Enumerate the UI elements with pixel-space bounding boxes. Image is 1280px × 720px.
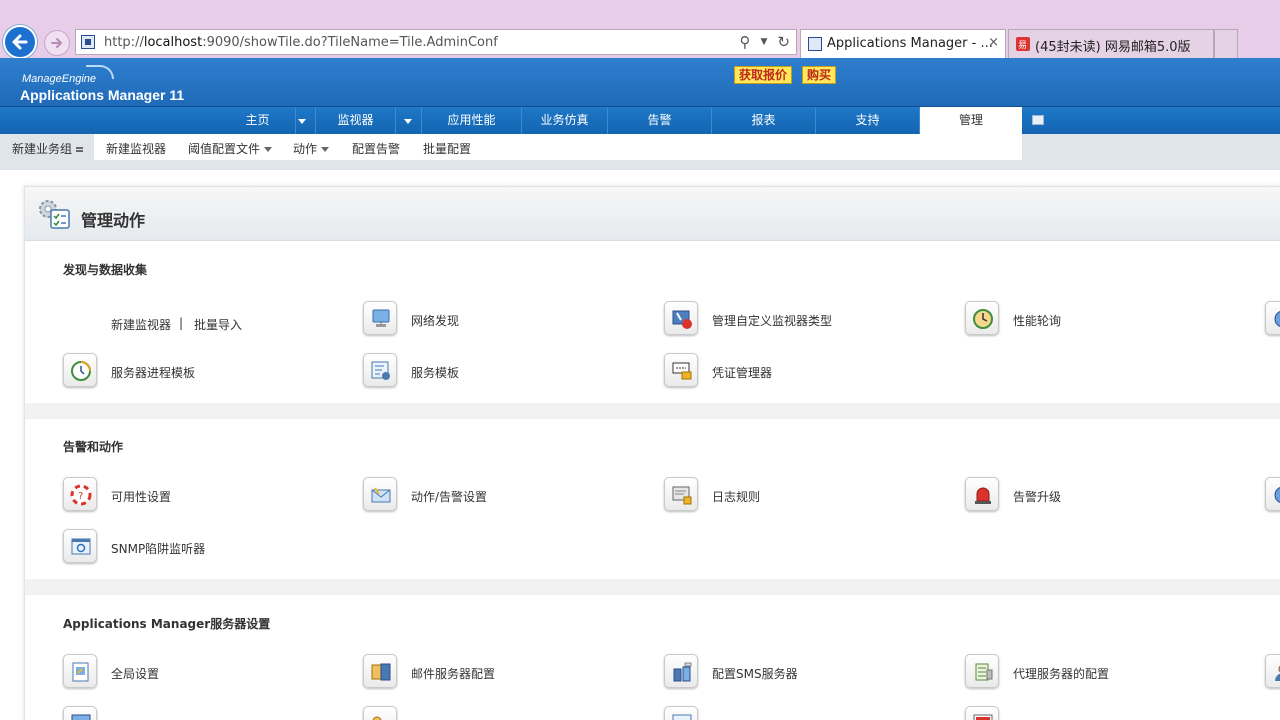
get-quote-button[interactable]: 获取报价: [734, 66, 793, 84]
logo-product: Applications Manager 11: [20, 87, 185, 103]
buy-button[interactable]: 购买: [802, 66, 837, 84]
close-tab-icon[interactable]: ×: [988, 35, 999, 50]
mail-server-icon: [371, 663, 391, 681]
chevron-down-icon[interactable]: ▼: [761, 33, 768, 51]
section-title-discovery: 发现与数据收集: [63, 263, 148, 277]
subnav-actions[interactable]: 动作: [293, 140, 330, 157]
mail-favicon-icon: [1016, 37, 1030, 51]
tab-title: (45封未读) 网易邮箱5.0版: [1035, 40, 1191, 55]
nav-item-app-performance[interactable]: 应用性能: [422, 107, 522, 134]
sms-server-icon: [673, 662, 692, 682]
arrow-left-icon: [12, 34, 28, 50]
globe-icon: [1274, 487, 1280, 503]
section-divider: [25, 403, 1280, 419]
subnav-new-business-group[interactable]: 新建业务组: [12, 140, 84, 157]
partial-item-icon[interactable]: [1265, 654, 1280, 690]
site-favicon-icon: [808, 37, 822, 51]
personalize-icon[interactable]: [1032, 115, 1044, 125]
svg-text:?: ?: [78, 491, 83, 502]
subnav-threshold-profiles[interactable]: 阈值配置文件: [188, 140, 273, 157]
nav-item-admin[interactable]: 管理: [920, 107, 1022, 134]
browser-chrome: http://localhost:9090/showTile.do?TileNa…: [0, 0, 1280, 59]
user-icon: [1275, 665, 1280, 681]
log-file-icon: [672, 486, 692, 505]
section-title-alarms: 告警和动作: [63, 440, 124, 454]
nav-home-dropdown-icon[interactable]: [290, 107, 316, 134]
subnav-new-monitor[interactable]: 新建监视器: [106, 140, 166, 157]
proxy-server-icon: [975, 663, 993, 681]
section-title-server-settings: Applications Manager服务器设置: [63, 617, 271, 631]
globe-icon: [1274, 311, 1280, 327]
mail-alert-icon: [371, 487, 391, 503]
tab-title: Applications Manager - ...: [827, 36, 993, 51]
settings-document-icon: [72, 662, 89, 682]
refresh-icon[interactable]: ↻: [777, 33, 790, 51]
logo-swoosh-icon: [86, 65, 114, 79]
subnav-panel: 新建监视器 阈值配置文件 动作 配置告警 批量配置: [94, 134, 1022, 160]
new-tab-button[interactable]: [1214, 29, 1238, 58]
network-computer-icon: [372, 309, 390, 327]
tab-applications-manager[interactable]: Applications Manager - ... ×: [800, 29, 1006, 58]
siren-icon: [975, 487, 991, 504]
admin-actions-panel: 管理动作 发现与数据收集 新建监视器 | 批量导入 网络发现 管理自定义监视器类…: [24, 186, 1280, 720]
subnav-configure-alarms[interactable]: 配置告警: [352, 140, 400, 157]
back-button[interactable]: [3, 25, 37, 59]
app-header: ManageEngine Applications Manager 11 获取报…: [0, 58, 1280, 106]
partial-item-icon[interactable]: [1265, 301, 1280, 337]
trap-listener-icon: [71, 538, 91, 555]
new-monitor-link[interactable]: 新建监视器: [111, 316, 171, 333]
chart-icon: [973, 714, 993, 720]
service-template-icon: [371, 361, 390, 380]
address-bar[interactable]: http://localhost:9090/showTile.do?TileNa…: [75, 29, 797, 55]
nav-item-synthetic[interactable]: 业务仿真: [522, 107, 608, 134]
tab-netease-mail[interactable]: (45封未读) 网易邮箱5.0版: [1008, 29, 1214, 58]
address-url[interactable]: http://localhost:9090/showTile.do?TileNa…: [104, 35, 498, 50]
nav-item-reports[interactable]: 报表: [712, 107, 816, 134]
search-icon[interactable]: ⚲: [740, 33, 751, 51]
document-icon: [672, 714, 692, 720]
nav-item-monitors[interactable]: 监视器: [316, 107, 396, 134]
chevron-down-icon: [264, 147, 273, 152]
clock-icon: [973, 309, 993, 329]
section-divider: [25, 579, 1280, 595]
logo-brand: ManageEngine: [22, 73, 97, 85]
sub-nav: 新建业务组 新建监视器 阈值配置文件 动作 配置告警 批量配置: [0, 134, 1280, 170]
menu-icon: [76, 147, 84, 152]
partial-item-icon[interactable]: [1265, 477, 1280, 513]
process-clock-icon: [71, 361, 91, 381]
credential-key-icon: [672, 362, 692, 380]
gear-checklist-icon: [39, 200, 70, 229]
bulk-import-link[interactable]: 批量导入: [194, 316, 242, 333]
panel-header: 管理动作: [25, 187, 1280, 241]
link-separator: |: [179, 316, 184, 330]
key-icon: [372, 716, 382, 720]
subnav-bulk-config[interactable]: 批量配置: [423, 140, 471, 157]
nav-monitors-dropdown-icon[interactable]: [396, 107, 422, 134]
chevron-down-icon: [321, 147, 330, 152]
forward-button[interactable]: [44, 30, 70, 56]
nav-item-alarms[interactable]: 告警: [608, 107, 712, 134]
monitor-type-icon: [672, 310, 692, 329]
nav-item-home[interactable]: 主页: [220, 107, 296, 134]
arrow-right-icon: [51, 38, 63, 48]
lifebuoy-icon: ?: [70, 484, 92, 506]
site-favicon-icon: [81, 35, 95, 49]
panel-title: 管理动作: [81, 211, 146, 230]
window-icon: [71, 714, 91, 720]
main-nav: 主页 监视器 应用性能 业务仿真 告警 报表 支持 管理: [0, 106, 1280, 134]
nav-item-support[interactable]: 支持: [816, 107, 920, 134]
